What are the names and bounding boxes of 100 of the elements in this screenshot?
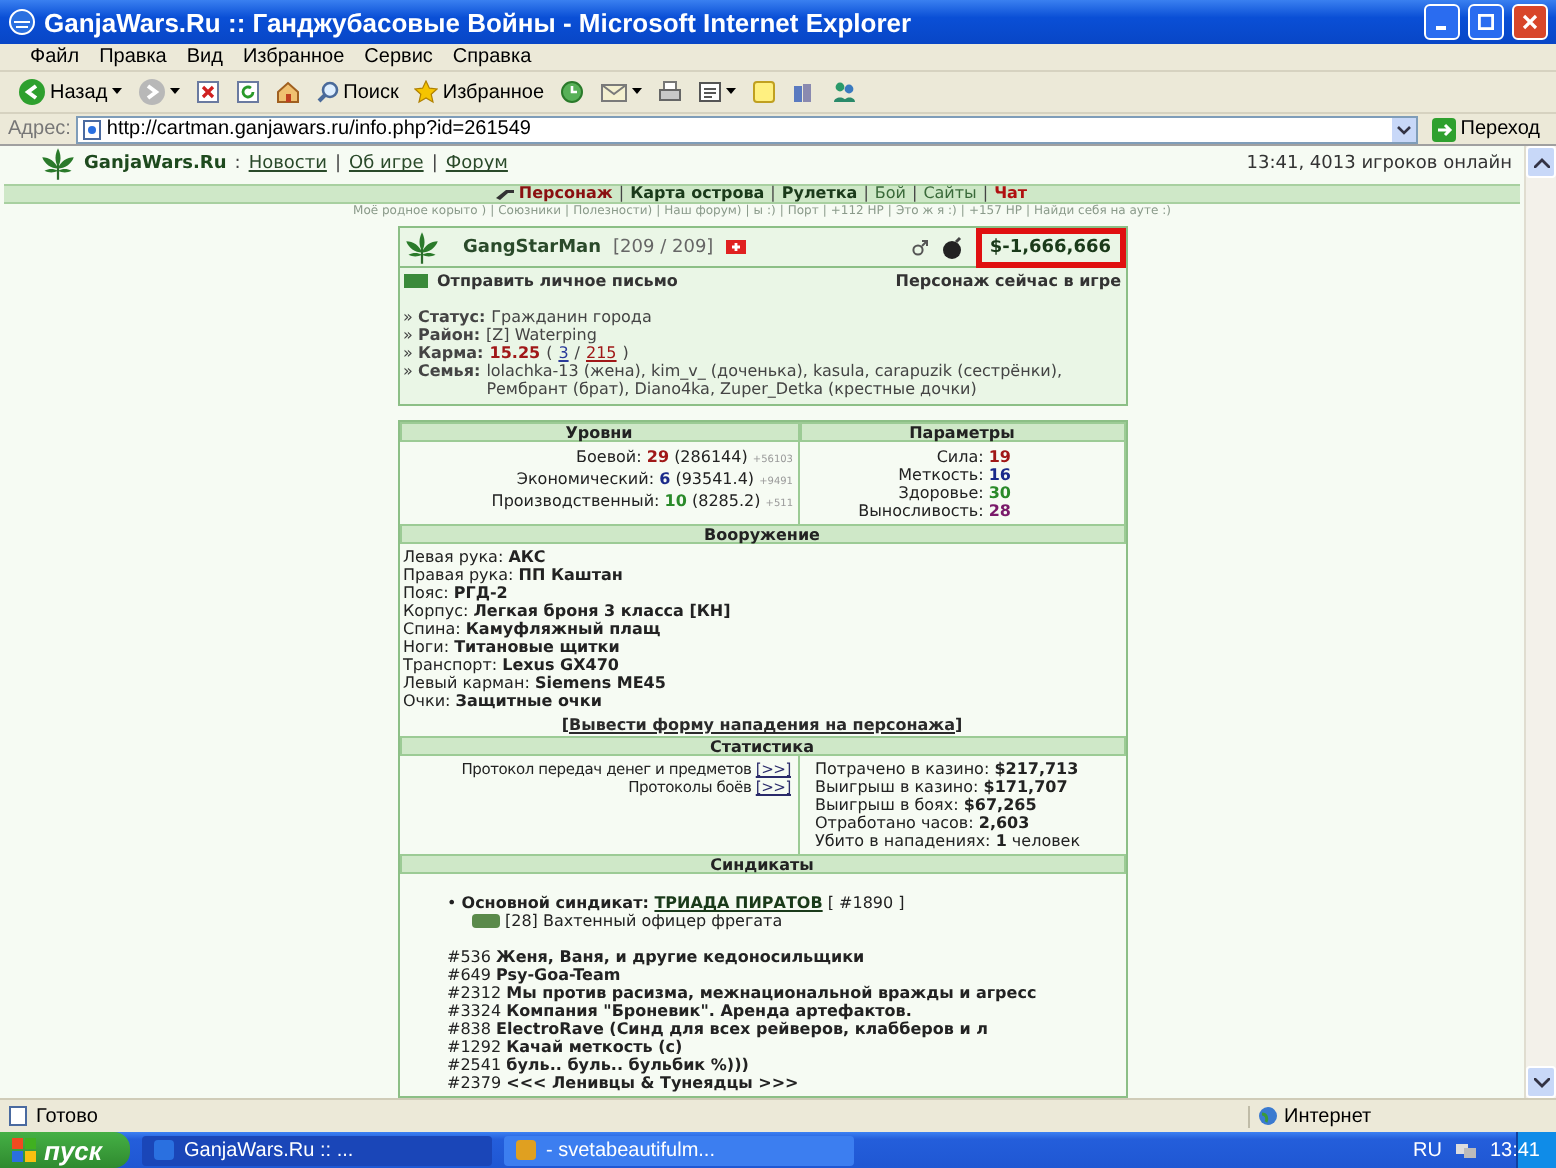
address-field[interactable]: http://cartman.ganjawars.ru/info.php?id=261549	[76, 115, 1419, 143]
header-link[interactable]: Форум	[445, 154, 508, 175]
nav-link[interactable]: Персонаж	[496, 184, 613, 203]
info-value: Гражданин города	[491, 308, 652, 326]
equipment-row-text: Транспорт: Lexus GX470	[403, 656, 621, 674]
nav-link[interactable]: Рулетка	[781, 184, 858, 203]
statistic-row-text: Потрачено в казино: $217,713	[815, 760, 1081, 778]
network-icon	[1453, 1140, 1478, 1160]
parameter-row-text: Сила: 19	[934, 448, 1011, 466]
toolbar-button[interactable]: Назад	[12, 74, 128, 110]
divider: |	[334, 154, 341, 175]
envelope-icon	[403, 274, 427, 288]
divider: |	[431, 154, 438, 175]
punctuation: (	[546, 344, 553, 362]
karma-link[interactable]: 215	[586, 344, 617, 362]
section-heading: Статистика	[399, 736, 1125, 756]
header-link[interactable]: Новости	[248, 154, 327, 175]
menu-item[interactable]: Сервис	[354, 46, 443, 68]
page-icon	[82, 119, 103, 139]
arrow-icon	[1432, 117, 1457, 141]
scrollbar[interactable]	[1524, 146, 1556, 1098]
divider: |	[911, 184, 918, 203]
health-points: [209 / 209]	[613, 237, 714, 257]
address-input[interactable]: http://cartman.ganjawars.ru/info.php?id=261549	[106, 117, 1389, 141]
equipment-row-text: Правая рука: ПП Каштан	[403, 566, 625, 584]
start-button[interactable]: пуск	[0, 1132, 130, 1168]
karma-link[interactable]: 3	[558, 344, 569, 362]
syndicate-link[interactable]: #3324 Компания "Броневик". Аренда артефактов.	[447, 1002, 1077, 1020]
equipment-row-text: Ноги: Титановые щитки	[403, 638, 622, 656]
menu-item[interactable]: Избранное	[232, 46, 355, 68]
history-icon	[560, 80, 585, 104]
taskbar-button[interactable]: - svetabeautifulm...	[504, 1135, 854, 1165]
main-syndicate: • Основной синдикат: ТРИАДА ПИРАТОВ [ #1890 ]	[447, 894, 907, 912]
caret-icon	[726, 88, 737, 96]
punctuation: /	[574, 344, 580, 362]
taskbar-button[interactable]: GanjaWars.Ru :: ...	[142, 1135, 492, 1165]
nav-link[interactable]: Бой	[874, 184, 906, 203]
syndicate-link[interactable]: #838 ElectroRave (Синд для всех рейверов, клабберов и л	[447, 1020, 1077, 1038]
info-label: » Район:	[403, 326, 481, 344]
info-value: lolachka-13 (жена), kim_v_ (доченька), kasula, carapuzik (сестрёнки), Рембрант (брат), Diano4ka, Zuper_Detka (крестные дочки)	[486, 362, 1065, 398]
syndicate-rank: [28] Вахтенный офицер фрегата	[505, 912, 783, 930]
language-indicator[interactable]: RU	[1413, 1139, 1442, 1161]
header-link[interactable]: Об игре	[348, 154, 424, 175]
syndicate-link[interactable]: #2541 буль.. буль.. бульбик %)))	[447, 1056, 1077, 1074]
address-label: Адрес:	[8, 118, 71, 140]
note-icon	[752, 80, 777, 104]
minimize-button[interactable]	[1424, 4, 1460, 40]
divider: |	[863, 184, 869, 203]
info-label: » Статус:	[403, 308, 486, 326]
printer-icon	[658, 80, 683, 104]
window-icon	[516, 1140, 536, 1160]
rank-badge-icon	[471, 914, 499, 928]
syndicate-link[interactable]: #2379 <<< Ленивцы & Тунеядцы >>>	[447, 1074, 1077, 1092]
statistic-row-text: Выигрыш в боях: $67,265	[815, 796, 1039, 814]
window-icon	[154, 1140, 174, 1160]
equipment-row-text: Пояс: РГД-2	[403, 584, 510, 602]
syndicate-link[interactable]: #1292 Качай меткость (c)	[447, 1038, 1077, 1056]
leaf-icon	[40, 146, 76, 183]
equipment-row-text: Корпус: Легкая броня 3 класса [КН]	[403, 602, 733, 620]
menu-item[interactable]: Правка	[89, 46, 177, 68]
menu-item[interactable]: Справка	[442, 46, 542, 68]
character-name[interactable]: GangStarMan	[463, 237, 602, 257]
info-label: » Карма:	[403, 344, 484, 362]
windows-logo-icon	[12, 1138, 36, 1162]
equipment-row-text: Левая рука: АКС	[403, 548, 548, 566]
people-icon	[832, 80, 857, 104]
nav-link[interactable]: Сайты	[923, 184, 977, 203]
section-heading: Уровни	[399, 422, 799, 442]
clock: 13:41	[1489, 1139, 1540, 1161]
parameter-row-text: Здоровье: 30	[896, 484, 1011, 502]
statistic-row-text: Отработано часов: 2,603	[815, 814, 1032, 832]
send-message-link[interactable]: Отправить личное письмо	[437, 272, 678, 290]
document-icon	[698, 80, 723, 104]
parameter-row-text: Выносливость: 28	[856, 502, 1011, 520]
toolbar-button[interactable]: Избранное	[408, 74, 551, 110]
syndicate-link[interactable]: #2312 Мы против расизма, межнациональной вражды и агресс	[447, 984, 1077, 1002]
statistic-row-text: Выигрыш в казино: $171,707	[815, 778, 1070, 796]
toolbar-button[interactable]: Поиск	[309, 74, 405, 110]
menu-item[interactable]: Вид	[176, 46, 233, 68]
security-zone: Интернет	[1284, 1105, 1372, 1127]
mail-icon	[600, 80, 629, 104]
close-icon	[1522, 14, 1538, 30]
info-label: » Семья:	[403, 362, 481, 380]
page-icon	[8, 1106, 28, 1126]
online-count: 13:41, 4013 игроков онлайн	[1246, 154, 1512, 175]
maximize-icon	[1478, 14, 1494, 30]
menu-item[interactable]: Файл	[20, 46, 90, 68]
browser-icon	[8, 8, 36, 36]
syndicate-link[interactable]: #649 Psy-Goa-Team	[447, 966, 1077, 984]
go-button[interactable]: Переход	[1424, 117, 1548, 141]
close-button[interactable]	[1512, 4, 1548, 40]
site-logo[interactable]: GanjaWars.Ru	[84, 154, 227, 175]
syndicate-link[interactable]: #536 Женя, Ваня, и другие кедоносильщики	[447, 948, 1077, 966]
info-value: 15.25	[489, 344, 541, 362]
nav-link[interactable]: Чат	[994, 184, 1028, 203]
maximize-button[interactable]	[1468, 4, 1504, 40]
attack-form-link[interactable]: [Вывести форму нападения на персонажа]	[399, 714, 1125, 736]
globe-icon	[1258, 1106, 1278, 1126]
star-icon	[414, 80, 439, 104]
nav-link[interactable]: Карта острова	[630, 184, 765, 203]
